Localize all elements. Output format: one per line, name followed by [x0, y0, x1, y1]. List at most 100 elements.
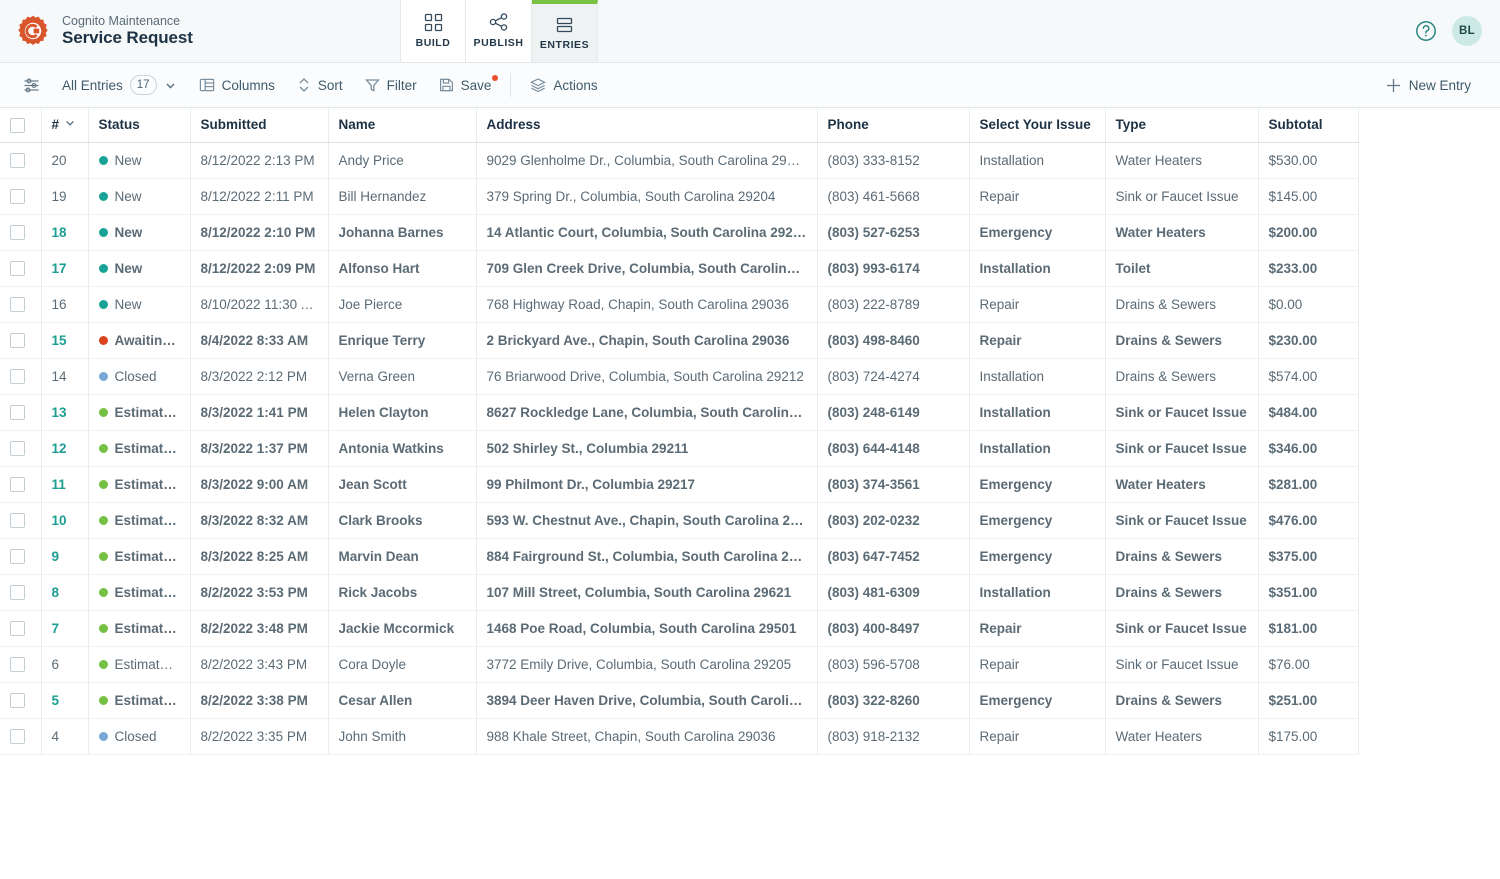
cell-entry-number[interactable]: 12: [41, 430, 89, 467]
row-checkbox[interactable]: [10, 188, 25, 204]
sliders-toggle-button[interactable]: [12, 71, 51, 100]
row-checkbox[interactable]: [10, 476, 25, 492]
actions-button[interactable]: Actions: [519, 71, 608, 99]
row-checkbox[interactable]: [10, 728, 25, 744]
row-checkbox[interactable]: [10, 440, 25, 456]
new-entry-label: New Entry: [1408, 77, 1471, 93]
status-dot-icon: [98, 623, 108, 633]
row-checkbox[interactable]: [10, 512, 25, 528]
table-row[interactable]: 14 Closed 8/3/2022 2:12 PM Verna Green 76 Br…: [0, 358, 1359, 395]
cell-subtotal: $351.00: [1258, 574, 1359, 611]
column-header-status[interactable]: Status: [88, 108, 191, 143]
columns-label: Columns: [221, 77, 275, 93]
filter-button[interactable]: Filter: [354, 71, 428, 99]
table-row[interactable]: 5 Estimate ... 8/2/2022 3:38 PM Cesar Allen…: [0, 682, 1359, 719]
table-row[interactable]: 17 New 8/12/2022 2:09 PM Alfonso Hart 709 Gl…: [0, 250, 1359, 287]
table-row[interactable]: 12 Estimate ... 8/3/2022 1:37 PM Antonia Wa…: [0, 430, 1359, 467]
table-row[interactable]: 6 Estimate a... 8/2/2022 3:43 PMCora Doyle…: [0, 646, 1359, 683]
cell-entry-number[interactable]: 16: [41, 286, 89, 323]
cell-entry-number[interactable]: 15: [41, 322, 89, 359]
table-row[interactable]: 15 Awaiting ... 8/4/2022 8:33 AM Enrique Te…: [0, 322, 1359, 359]
table-row[interactable]: 13 Estimate ... 8/3/2022 1:41 PM Helen Clay…: [0, 394, 1359, 431]
table-row[interactable]: 4 Closed 8/2/2022 3:35 PM John Smith 988 Kha…: [0, 718, 1359, 755]
row-checkbox[interactable]: [10, 152, 25, 168]
column-header-name[interactable]: Name: [328, 108, 477, 143]
cell-type: Sink or Faucet Issue: [1105, 502, 1259, 539]
cell-entry-number[interactable]: 10: [41, 502, 89, 539]
cell-subtotal: $375.00: [1258, 538, 1359, 575]
table-row[interactable]: 10 Estimate ... 8/3/2022 8:32 AM Clark Broo…: [0, 502, 1359, 539]
column-header-address[interactable]: Address: [476, 108, 818, 143]
row-select-cell: [0, 142, 42, 179]
cell-entry-number[interactable]: 7: [41, 610, 89, 647]
cell-subtotal: $0.00: [1258, 286, 1359, 323]
cell-name: Marvin Dean: [328, 538, 477, 575]
cell-entry-number[interactable]: 4: [41, 718, 89, 755]
table-row[interactable]: 11 Estimate ... 8/3/2022 9:00 AM Jean Scott…: [0, 466, 1359, 503]
row-checkbox[interactable]: [10, 332, 25, 348]
column-header-issue[interactable]: Select Your Issue: [969, 108, 1106, 143]
cell-entry-number[interactable]: 9: [41, 538, 89, 575]
table-row[interactable]: 18 New 8/12/2022 2:10 PM Johanna Barnes 14 A…: [0, 214, 1359, 251]
cell-submitted: 8/12/2022 2:10 PM: [190, 214, 329, 251]
cell-status: Estimate ...: [88, 394, 191, 431]
column-header-phone[interactable]: Phone: [817, 108, 970, 143]
cell-entry-number[interactable]: 20: [41, 142, 89, 179]
cell-entry-number[interactable]: 18: [41, 214, 89, 251]
cell-status: New: [88, 178, 191, 215]
question-circle-icon[interactable]: [1414, 19, 1438, 43]
status-label: Estimate a...: [114, 656, 180, 672]
select-all-checkbox[interactable]: [10, 117, 25, 133]
cell-entry-number[interactable]: 19: [41, 178, 89, 215]
cell-entry-number[interactable]: 13: [41, 394, 89, 431]
row-checkbox[interactable]: [10, 692, 25, 708]
table-row[interactable]: 8 Estimate ... 8/2/2022 3:53 PM Rick Jacobs…: [0, 574, 1359, 611]
table-row[interactable]: 16 New 8/10/2022 11:30 AM Joe Pierce 768 Hig…: [0, 286, 1359, 323]
column-header-type[interactable]: Type: [1105, 108, 1259, 143]
row-checkbox[interactable]: [10, 296, 25, 312]
cell-entry-number[interactable]: 6: [41, 646, 89, 683]
columns-button[interactable]: Columns: [188, 71, 286, 99]
row-select-cell: [0, 394, 42, 431]
column-header-submitted[interactable]: Submitted: [190, 108, 329, 143]
status-dot-icon: [98, 371, 108, 381]
row-checkbox[interactable]: [10, 620, 25, 636]
cell-submitted: 8/3/2022 8:32 AM: [190, 502, 329, 539]
tab-entries[interactable]: ENTRIES: [532, 0, 598, 62]
sort-button[interactable]: Sort: [286, 71, 354, 99]
table-row[interactable]: 9 Estimate ... 8/3/2022 8:25 AM Marvin Dean…: [0, 538, 1359, 575]
table-row[interactable]: 19 New 8/12/2022 2:11 PM Bill Hernandez 379 …: [0, 178, 1359, 215]
status-label: Closed: [114, 728, 157, 744]
table-row[interactable]: 20 New 8/12/2022 2:13 PM Andy Price 9029 Gle…: [0, 142, 1359, 179]
row-checkbox[interactable]: [10, 656, 25, 672]
row-checkbox[interactable]: [10, 224, 25, 240]
cell-status: New: [88, 250, 191, 287]
cell-phone: (803) 202-0232: [817, 502, 970, 539]
save-button[interactable]: Save: [428, 71, 503, 99]
row-checkbox[interactable]: [10, 368, 25, 384]
cell-entry-number[interactable]: 11: [41, 466, 89, 503]
cell-name: Cesar Allen: [328, 682, 477, 719]
column-header-num[interactable]: #: [41, 108, 89, 143]
cell-subtotal: $346.00: [1258, 430, 1359, 467]
cell-type: Water Heaters: [1105, 214, 1259, 251]
row-checkbox[interactable]: [10, 584, 25, 600]
avatar[interactable]: BL: [1452, 16, 1482, 46]
cell-entry-number[interactable]: 8: [41, 574, 89, 611]
cell-type: Drains & Sewers: [1105, 538, 1259, 575]
table-row[interactable]: 7 Estimate ... 8/2/2022 3:48 PM Jackie Mcco…: [0, 610, 1359, 647]
cell-entry-number[interactable]: 17: [41, 250, 89, 287]
row-checkbox[interactable]: [10, 548, 25, 564]
cell-type: Drains & Sewers: [1105, 322, 1259, 359]
new-entry-button[interactable]: New Entry: [1374, 71, 1482, 100]
column-header-subtotal[interactable]: Subtotal: [1258, 108, 1359, 143]
row-checkbox[interactable]: [10, 260, 25, 276]
row-checkbox[interactable]: [10, 404, 25, 420]
tab-build[interactable]: BUILD: [400, 0, 466, 62]
cell-entry-number[interactable]: 14: [41, 358, 89, 395]
view-selector[interactable]: All Entries 17: [51, 69, 188, 101]
chevron-down-icon[interactable]: [64, 117, 76, 132]
cell-phone: (803) 461-5668: [817, 178, 970, 215]
cell-entry-number[interactable]: 5: [41, 682, 89, 719]
tab-publish[interactable]: PUBLISH: [466, 0, 532, 62]
